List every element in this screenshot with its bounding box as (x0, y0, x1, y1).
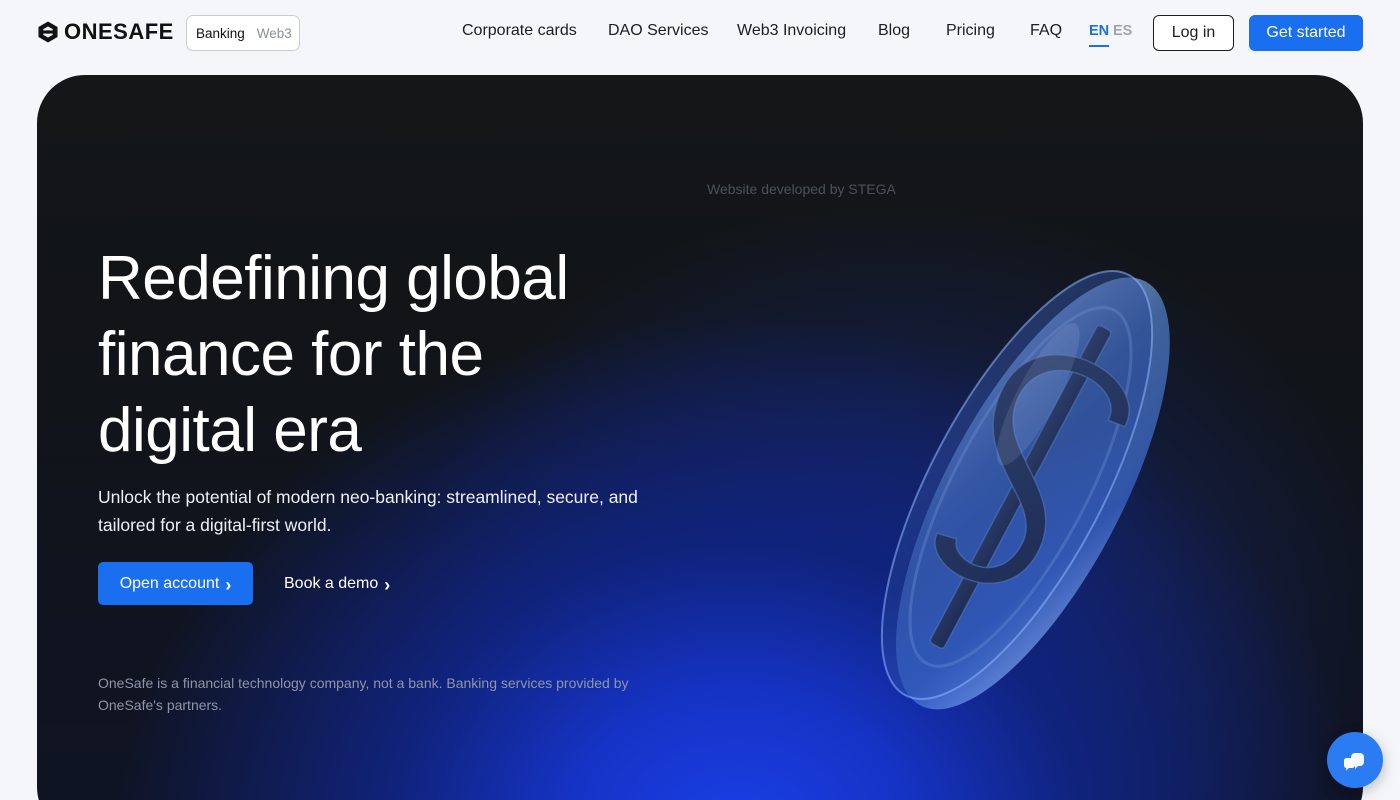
nav-pricing[interactable]: Pricing (946, 22, 995, 40)
open-account-label: Open account (119, 574, 220, 592)
book-demo-button[interactable]: Book a demo › (284, 562, 390, 605)
chat-launcher-button[interactable] (1327, 732, 1383, 788)
glass-dollar-coin (880, 270, 1170, 710)
disclaimer: OneSafe is a financial technology compan… (98, 675, 629, 713)
lang-en[interactable]: EN (1089, 23, 1110, 47)
book-demo-label: Book a demo (284, 574, 379, 592)
chevron-right-icon: › (225, 574, 232, 595)
get-started-button[interactable]: Get started (1249, 15, 1363, 51)
nav-blog[interactable]: Blog (878, 22, 910, 40)
nav-web3-invoicing[interactable]: Web3 Invoicing (737, 22, 846, 40)
nav-corporate-cards[interactable]: Corporate cards (462, 22, 577, 40)
hero-title: Redefining global finance for the digita… (98, 244, 569, 465)
login-button[interactable]: Log in (1153, 15, 1234, 51)
chat-bubbles-icon (1343, 753, 1364, 771)
nav-dao-services[interactable]: DAO Services (608, 22, 708, 40)
lang-es[interactable]: ES (1113, 23, 1132, 39)
developer-credit[interactable]: Website developed by STEGA (707, 181, 896, 197)
hero-subtitle: Unlock the potential of modern neo-banki… (98, 487, 638, 535)
chevron-right-icon: › (384, 574, 391, 595)
open-account-button[interactable]: Open account › (98, 562, 253, 605)
nav-faq[interactable]: FAQ (1030, 22, 1062, 40)
site-header: ONESAFE Banking Web3 Corporate cards DAO… (0, 0, 1400, 66)
hero-section: Website developed by STEGA Redefining gl… (37, 75, 1363, 800)
